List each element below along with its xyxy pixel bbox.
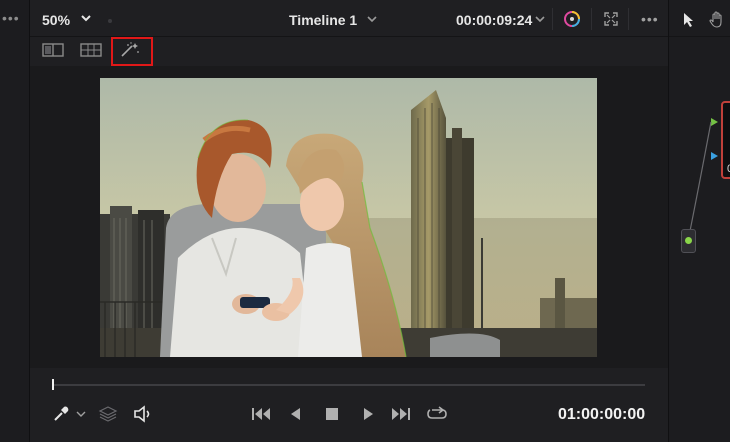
- source-output-dot: [685, 237, 692, 244]
- chevron-down-icon[interactable]: [534, 14, 546, 24]
- layers-icon[interactable]: [98, 405, 118, 423]
- video-frame: [100, 78, 597, 357]
- record-timecode: 01:00:00:00: [558, 406, 646, 423]
- divider: [591, 8, 592, 30]
- node-graph[interactable]: 0: [669, 66, 730, 442]
- source-node[interactable]: [681, 229, 696, 253]
- stop-icon[interactable]: [324, 405, 340, 423]
- node-editor-panel: 0: [668, 0, 730, 442]
- loop-icon[interactable]: [426, 405, 448, 423]
- left-more-options-icon[interactable]: •••: [2, 11, 20, 25]
- viewer-canvas[interactable]: [30, 66, 668, 368]
- skip-to-end-icon[interactable]: [390, 405, 412, 423]
- source-timecode: 00:00:09:24: [456, 12, 533, 28]
- color-scope-icon[interactable]: [563, 10, 581, 28]
- zoom-level[interactable]: 50%: [42, 12, 70, 28]
- divider: [552, 8, 553, 30]
- transport-bar: 01:00:00:00: [30, 368, 668, 442]
- left-panel-strip: •••: [0, 0, 30, 442]
- grid-icon[interactable]: [80, 42, 102, 58]
- timeline-title[interactable]: Timeline 1: [289, 12, 357, 28]
- chevron-down-icon[interactable]: [366, 14, 378, 24]
- node-connection: [688, 121, 712, 237]
- play-icon[interactable]: [360, 405, 376, 423]
- chevron-down-icon[interactable]: [76, 410, 86, 418]
- play-reverse-icon[interactable]: [288, 405, 304, 423]
- indicator-dot-icon: [108, 19, 112, 23]
- chevron-down-icon[interactable]: [80, 13, 92, 23]
- more-options-icon[interactable]: •••: [641, 12, 659, 26]
- eyedropper-icon[interactable]: [52, 405, 70, 423]
- speaker-icon[interactable]: [132, 405, 154, 423]
- playhead[interactable]: [52, 379, 54, 390]
- viewer-header: 50% Timeline 1 00:00:09:24 •••: [30, 0, 668, 37]
- skip-to-start-icon[interactable]: [250, 405, 272, 423]
- magic-mask-highlight: [111, 37, 153, 66]
- expand-icon[interactable]: [604, 12, 618, 26]
- split-screen-icon[interactable]: [42, 42, 64, 58]
- divider: [628, 8, 629, 30]
- node-editor-toolbar: [669, 0, 730, 37]
- viewer-toolbar: [30, 37, 668, 66]
- pointer-icon[interactable]: [682, 12, 696, 28]
- timeline-scrubber[interactable]: [52, 384, 645, 386]
- viewer-panel: 50% Timeline 1 00:00:09:24 ••• 01:00:00:…: [30, 0, 668, 442]
- hand-icon[interactable]: [708, 11, 726, 29]
